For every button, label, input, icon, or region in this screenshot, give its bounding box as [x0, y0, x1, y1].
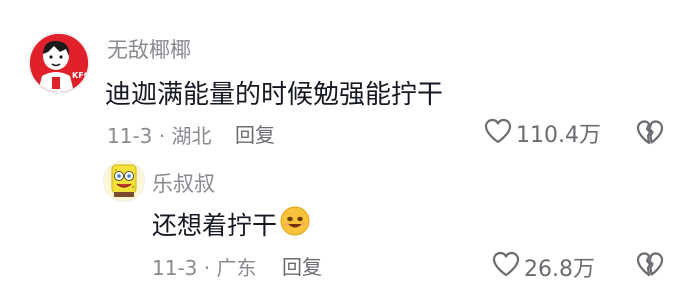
broken-heart-icon[interactable]: [635, 249, 665, 279]
like-count: 110.4万: [516, 123, 601, 148]
meta-separator: ·: [197, 256, 217, 280]
avatar-logo-text: KFC: [72, 71, 88, 80]
heart-outline-icon[interactable]: [490, 248, 522, 280]
reply-button[interactable]: 回复: [235, 119, 275, 148]
comment-meta: 11-3 · 湖北: [107, 120, 211, 149]
reply-text: 还想着拧干: [152, 211, 278, 240]
meta-separator: ·: [152, 124, 172, 148]
comment-username[interactable]: 无敌椰椰: [107, 34, 191, 64]
user-avatar[interactable]: [103, 160, 145, 202]
kfc-colonel-avatar-icon: KFC: [30, 34, 88, 92]
comment-location: 湖北: [171, 124, 212, 148]
smile-emoji-icon: [280, 206, 310, 236]
like-count: 26.8万: [524, 257, 595, 282]
reply-button[interactable]: 回复: [282, 251, 322, 280]
spongebob-avatar-icon: [104, 161, 144, 201]
reply-meta: 11-3 · 广东: [152, 252, 256, 281]
broken-heart-icon[interactable]: [635, 117, 665, 147]
reply-date: 11-3: [152, 256, 198, 280]
heart-outline-icon[interactable]: [482, 115, 514, 147]
comment-text: 迪迦满能量的时候勉强能拧干: [105, 80, 444, 110]
reply-location: 广东: [216, 256, 257, 280]
comment-date: 11-3: [107, 124, 153, 148]
user-avatar[interactable]: KFC: [28, 32, 90, 94]
reply-username[interactable]: 乐叔叔: [152, 168, 215, 198]
